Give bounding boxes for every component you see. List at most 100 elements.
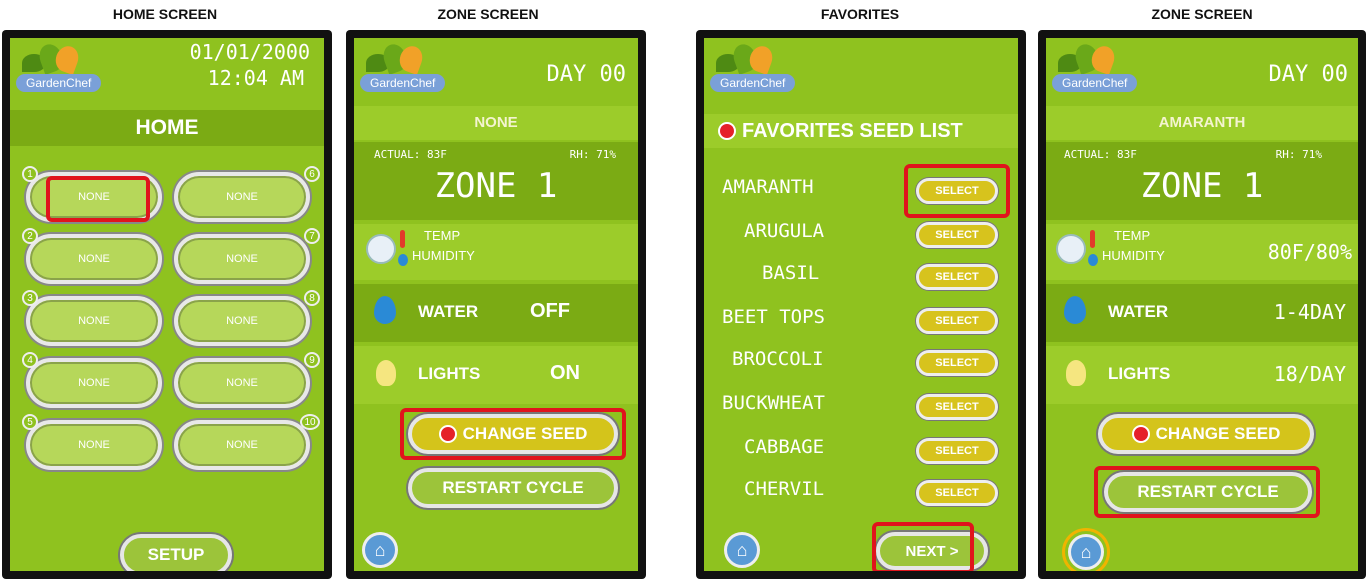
select-button[interactable]: SELECT [916,222,998,248]
select-button[interactable]: SELECT [916,350,998,376]
slot-3[interactable]: NONE [26,296,162,346]
temp-label: TEMP [1114,228,1151,243]
slot-label: NONE [226,439,258,451]
next-button[interactable]: NEXT > [876,532,988,570]
slot-5[interactable]: NONE [26,420,162,470]
home-device: GardenChef 01/01/2000 12:04 AM HOME NONE… [2,30,332,579]
next-label: NEXT > [905,542,959,560]
home-date: 01/01/2000 [189,40,310,64]
brand-text: GardenChef [16,74,102,92]
gardenchef-logo: GardenChef [16,41,136,100]
fan-icon [366,234,396,264]
brand-text: GardenChef [710,74,796,92]
change-seed-label: CHANGE SEED [462,424,588,443]
fan-icon [1056,234,1086,264]
water-drop-icon [374,296,396,324]
restart-cycle-label: RESTART CYCLE [442,478,584,497]
slot-number: 7 [304,228,320,244]
slot-6[interactable]: NONE [174,172,310,222]
seed-name: BROCCOLI [732,348,824,370]
water-value: OFF [530,300,570,322]
slot-number: 9 [304,352,320,368]
slot-number: 10 [300,414,320,430]
slot-10[interactable]: NONE [174,420,310,470]
water-drop-icon [1064,296,1086,324]
favorites-title: FAVORITES SEED LIST [742,120,963,142]
caption-zone-2: ZONE SCREEN [1151,6,1253,22]
heart-icon [718,122,736,140]
select-button[interactable]: SELECT [916,480,998,506]
temp-row-band [354,224,638,280]
slot-label: NONE [78,315,110,327]
water-value: 1-4DAY [1273,300,1346,324]
actual-temp: ACTUAL: 83F [374,148,447,161]
select-button[interactable]: SELECT [916,438,998,464]
home-button[interactable]: ⌂ [362,532,398,568]
zone-screen-2: GardenChef DAY 00 AMARANTH ACTUAL: 83F R… [1046,38,1358,571]
slot-7[interactable]: NONE [174,234,310,284]
home-screen: GardenChef 01/01/2000 12:04 AM HOME NONE… [10,38,324,571]
slot-4[interactable]: NONE [26,358,162,408]
slot-label: NONE [78,191,110,203]
gardenchef-logo: GardenChef [710,41,830,100]
humidity-label: HUMIDITY [412,248,475,263]
restart-cycle-button[interactable]: RESTART CYCLE [1104,472,1312,512]
humidity-drop-icon [398,254,408,266]
highlight-home [1062,528,1110,571]
home-button[interactable]: ⌂ [724,532,760,568]
setup-label: SETUP [147,545,205,564]
select-button[interactable]: SELECT [916,308,998,334]
water-row-band [354,284,638,342]
seed-name: CHERVIL [744,478,825,500]
seed-name: BUCKWHEAT [722,392,825,414]
select-button[interactable]: SELECT [916,264,998,290]
seed-name: BASIL [762,262,820,284]
slot-1[interactable]: NONE [26,172,162,222]
slot-number: 2 [22,228,38,244]
zone-title: ZONE 1 [434,166,558,206]
restart-cycle-label: RESTART CYCLE [1137,482,1279,501]
restart-cycle-button[interactable]: RESTART CYCLE [408,468,618,508]
zone-seed-name: AMARANTH [1158,114,1246,131]
gardenchef-logo: GardenChef [1052,41,1172,100]
slot-label: NONE [78,439,110,451]
slot-number: 1 [22,166,38,182]
gardenchef-logo: GardenChef [360,41,480,100]
caption-favorites: FAVORITES [820,6,900,22]
slot-label: NONE [226,377,258,389]
lights-value: ON [550,362,580,384]
zone-screen-1: GardenChef DAY 00 NONE ACTUAL: 83F RH: 7… [354,38,638,571]
temp-label: TEMP [424,228,461,243]
slot-2[interactable]: NONE [26,234,162,284]
humidity-label: HUMIDITY [1102,248,1165,263]
lights-row-band [354,346,638,404]
select-button[interactable]: SELECT [916,178,998,204]
slot-8[interactable]: NONE [174,296,310,346]
humidity-drop-icon [1088,254,1098,266]
zone-day: DAY 00 [546,62,626,87]
brand-text: GardenChef [360,74,446,92]
home-icon: ⌂ [374,539,386,560]
change-seed-button[interactable]: CHANGE SEED [408,414,618,454]
slot-label: NONE [78,377,110,389]
seed-name: CABBAGE [744,436,825,458]
thermometer-icon [400,230,405,248]
actual-temp: ACTUAL: 83F [1064,148,1137,161]
change-seed-button[interactable]: CHANGE SEED [1098,414,1314,454]
slot-label: NONE [226,191,258,203]
select-button[interactable]: SELECT [916,394,998,420]
zone-device-2: GardenChef DAY 00 AMARANTH ACTUAL: 83F R… [1038,30,1366,579]
slot-number: 4 [22,352,38,368]
heart-icon [1131,425,1150,443]
home-title: HOME [135,116,199,139]
brand-text: GardenChef [1052,74,1138,92]
home-icon: ⌂ [736,539,748,560]
slot-label: NONE [226,315,258,327]
zone-title: ZONE 1 [1140,166,1264,206]
favorites-screen: GardenChef FAVORITES SEED LIST AMARANTH … [704,38,1018,571]
lights-label: LIGHTS [1108,364,1171,383]
slot-9[interactable]: NONE [174,358,310,408]
setup-button[interactable]: SETUP [120,534,232,571]
slot-number: 6 [304,166,320,182]
relative-humidity: RH: 71% [1275,148,1322,161]
